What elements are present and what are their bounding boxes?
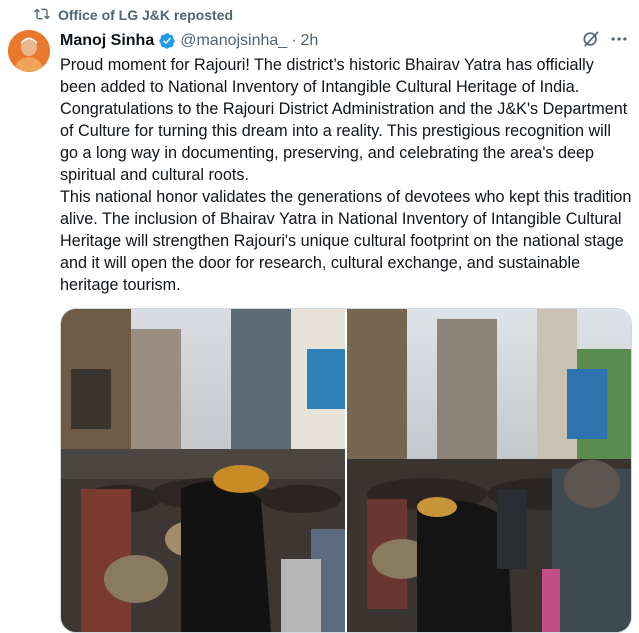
repost-label[interactable]: Office of LG J&K reposted xyxy=(58,7,233,23)
photo-2[interactable] xyxy=(347,309,631,632)
separator-dot: · xyxy=(291,32,297,49)
tweet-header: Manoj Sinha @manojsinha_ · 2h xyxy=(60,30,318,52)
more-button[interactable] xyxy=(608,30,630,52)
repost-indicator: Office of LG J&K reposted xyxy=(34,5,233,25)
more-icon xyxy=(609,29,629,54)
media-grid xyxy=(60,308,632,633)
timestamp[interactable]: 2h xyxy=(301,32,319,50)
photo-1[interactable] xyxy=(61,309,345,632)
author-handle[interactable]: @manojsinha_ xyxy=(180,32,287,50)
author-name[interactable]: Manoj Sinha xyxy=(60,32,154,50)
avatar[interactable] xyxy=(8,30,50,72)
grok-button[interactable] xyxy=(580,30,602,52)
repost-icon xyxy=(34,6,50,25)
verified-badge-icon xyxy=(158,32,176,50)
tweet-text: Proud moment for Rajouri! The district’s… xyxy=(60,54,632,296)
tweet[interactable]: Office of LG J&K reposted Manoj Sinha @m… xyxy=(0,0,639,633)
tweet-paragraph-1: Proud moment for Rajouri! The district’s… xyxy=(60,56,628,184)
grok-icon xyxy=(581,29,601,54)
tweet-paragraph-2: This national honor validates the genera… xyxy=(60,188,632,294)
